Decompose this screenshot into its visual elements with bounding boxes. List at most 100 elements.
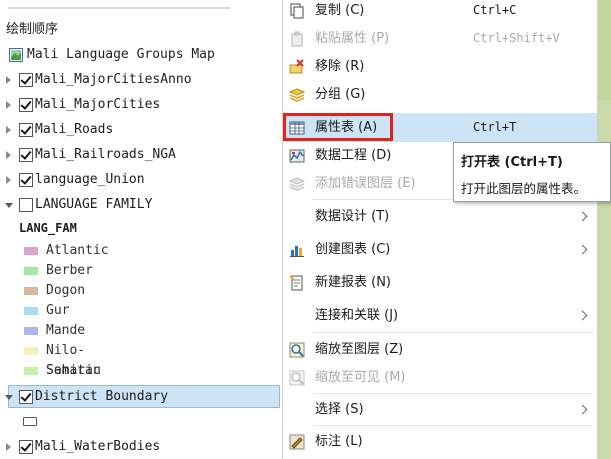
submenu-chevron-icon — [577, 211, 588, 222]
layer-name: Mali_Railroads_NGA — [35, 147, 176, 162]
layer-visibility-checkbox[interactable] — [19, 173, 33, 187]
menu-item-label: 数据设计 (T) — [315, 209, 390, 224]
menu-item-label: 移除 (R) — [315, 59, 365, 74]
map-name: Mali Language Groups Map — [27, 47, 215, 62]
legend-label: Gur — [46, 303, 70, 318]
layer-visibility-checkbox[interactable] — [19, 73, 33, 87]
legend-swatch — [24, 267, 38, 275]
menu-item-joins-relates[interactable]: 连接和关联 (J) — [283, 301, 597, 330]
expand-arrow-icon[interactable] — [6, 76, 11, 84]
copy-icon — [290, 3, 304, 19]
layer-visibility-checkbox[interactable] — [19, 440, 33, 454]
layer-visibility-checkbox[interactable] — [19, 148, 33, 162]
submenu-chevron-icon — [577, 404, 588, 415]
layer-item[interactable]: Mali_Railroads_NGA — [0, 143, 282, 167]
pane-title: 绘制顺序 — [6, 22, 59, 37]
menu-item-label: 分组 (G) — [315, 87, 366, 102]
expand-arrow-icon[interactable] — [6, 101, 11, 109]
legend-heading: LANG_FAM — [19, 221, 77, 235]
remove-icon — [289, 59, 304, 74]
tooltip: 打开表 (Ctrl+T) 打开此图层的属性表。 — [453, 142, 611, 202]
legend-label: Dogon — [46, 283, 86, 298]
menu-item-label: 缩放至可见 (M) — [315, 370, 406, 385]
layer-item-selected[interactable]: District Boundary — [0, 385, 282, 409]
map-icon — [9, 48, 23, 62]
layer-item[interactable]: Mali_MajorCities — [0, 93, 282, 117]
menu-item-shortcut: Ctrl+Shift+V — [473, 31, 560, 45]
menu-item-zoom-to-layer[interactable]: 缩放至图层 (Z) — [283, 335, 597, 364]
collapse-arrow-icon[interactable] — [5, 203, 13, 208]
menu-item-data-design[interactable]: 数据设计 (T) — [283, 202, 597, 231]
layer-visibility-checkbox[interactable] — [19, 98, 33, 112]
legend-label: Atlantic — [46, 243, 109, 258]
menu-item-selection[interactable]: 选择 (S) — [283, 395, 597, 424]
menu-item-shortcut: Ctrl+C — [473, 3, 517, 17]
paste-icon — [291, 31, 303, 47]
menu-item-label: 缩放至图层 (Z) — [315, 342, 404, 357]
menu-item-label: 选择 (S) — [315, 402, 364, 417]
group-icon — [289, 88, 305, 102]
context-menu: 复制 (C) Ctrl+C 粘贴属性 (P) Ctrl+Shift+V 移除 (… — [282, 0, 598, 459]
menu-item-label: 复制 (C) — [315, 3, 365, 18]
expand-arrow-icon[interactable] — [6, 151, 11, 159]
collapse-arrow-icon[interactable] — [5, 395, 13, 400]
legend-label: Mande — [46, 323, 86, 338]
tooltip-description: 打开此图层的属性表。 — [461, 181, 587, 196]
menu-item-create-chart[interactable]: 创建图表 (C) — [283, 235, 597, 264]
layer-name: Mali_WaterBodies — [35, 439, 161, 454]
layer-name: language_Union — [35, 172, 145, 187]
menu-separator — [313, 393, 593, 394]
submenu-chevron-icon — [577, 244, 588, 255]
contents-pane: 绘制顺序 Mali Language Groups Map Mali_Major… — [0, 0, 282, 459]
menu-item-copy[interactable]: 复制 (C) Ctrl+C — [283, 0, 597, 25]
layer-visibility-checkbox[interactable] — [19, 198, 33, 212]
layer-item[interactable]: LANGUAGE FAMILY — [0, 193, 282, 217]
zoom-to-layer-icon — [289, 342, 305, 358]
legend-swatch — [24, 287, 38, 295]
expand-arrow-icon[interactable] — [6, 126, 11, 134]
chart-icon — [290, 246, 304, 257]
menu-item-label: 添加错误图层 (E) — [315, 176, 416, 191]
menu-item-paste-properties[interactable]: 粘贴属性 (P) Ctrl+Shift+V — [283, 24, 597, 53]
map-root-item[interactable]: Mali Language Groups Map — [0, 43, 282, 67]
menu-item-group[interactable]: 分组 (G) — [283, 80, 597, 109]
expand-arrow-icon[interactable] — [6, 176, 11, 184]
error-layer-icon — [289, 177, 305, 191]
layer-item[interactable]: Mali_WaterBodies — [0, 435, 282, 459]
legend-label: Berber — [46, 263, 93, 278]
menu-item-label: 粘贴属性 (P) — [315, 31, 390, 46]
zoom-to-visible-icon — [289, 370, 305, 386]
menu-item-new-report[interactable]: 新建报表 (N) — [283, 268, 597, 297]
menu-item-label: 连接和关联 (J) — [315, 308, 399, 323]
layer-name: Mali_Roads — [35, 122, 114, 137]
layer-name: Mali_MajorCitiesAnno — [35, 72, 192, 87]
menu-item-shortcut: Ctrl+T — [473, 120, 517, 134]
menu-item-label: 标注 (L) — [315, 434, 363, 449]
layer-name: LANGUAGE FAMILY — [35, 197, 153, 212]
report-icon — [289, 275, 303, 291]
legend-swatch — [24, 247, 38, 255]
expand-arrow-icon[interactable] — [6, 443, 11, 451]
annotation-highlight-box — [283, 113, 393, 141]
menu-separator — [313, 332, 593, 333]
legend-swatch — [24, 367, 38, 375]
legend-swatch — [24, 347, 38, 355]
menu-item-remove[interactable]: 移除 (R) — [283, 52, 597, 81]
layer-item[interactable]: language_Union — [0, 168, 282, 192]
layer-item[interactable]: Mali_MajorCitiesAnno — [0, 68, 282, 92]
legend-swatch — [24, 307, 38, 315]
tooltip-title: 打开表 (Ctrl+T) — [461, 155, 563, 170]
layer-item[interactable]: Mali_Roads — [0, 118, 282, 142]
menu-item-label: 创建图表 (C) — [315, 242, 391, 257]
label-icon — [289, 434, 305, 450]
layer-name: District Boundary — [35, 389, 169, 404]
menu-item-zoom-to-visible[interactable]: 缩放至可见 (M) — [283, 363, 597, 392]
menu-item-label-features[interactable]: 标注 (L) — [283, 427, 597, 456]
layer-visibility-checkbox[interactable] — [19, 390, 33, 404]
menu-separator — [313, 425, 593, 426]
layer-name: Mali_MajorCities — [35, 97, 161, 112]
layer-visibility-checkbox[interactable] — [19, 123, 33, 137]
legend-swatch — [24, 327, 38, 335]
submenu-chevron-icon — [577, 310, 588, 321]
data-engineering-icon — [289, 149, 305, 163]
